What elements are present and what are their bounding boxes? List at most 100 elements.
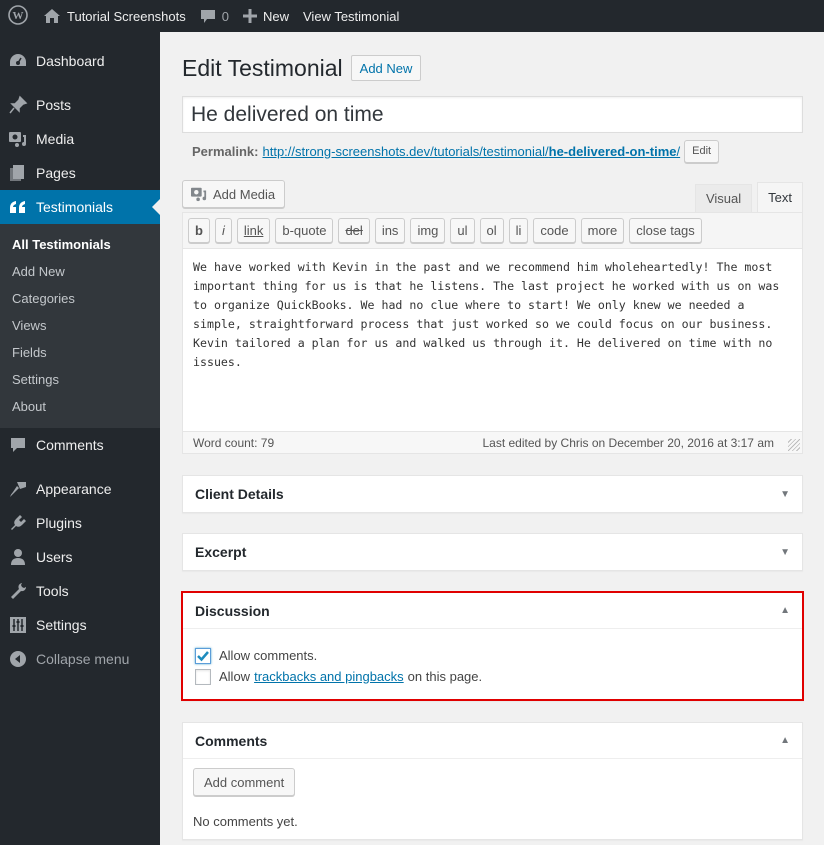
qt-img-button[interactable]: img: [410, 218, 446, 243]
submenu-all-testimonials[interactable]: All Testimonials: [0, 231, 160, 258]
excerpt-header[interactable]: Excerpt ▼: [183, 534, 802, 570]
permalink-base: http://strong-screenshots.dev/tutorials/…: [262, 143, 549, 159]
sidebar-item-tools[interactable]: Tools: [0, 574, 160, 608]
qt-ol-button[interactable]: ol: [479, 218, 504, 243]
box-title: Client Details: [195, 486, 284, 502]
home-icon: [43, 8, 61, 24]
box-title: Excerpt: [195, 544, 247, 560]
submenu-fields[interactable]: Fields: [0, 339, 160, 366]
sidebar-label: Appearance: [36, 481, 112, 497]
qt-close-tags-button[interactable]: close tags: [629, 218, 702, 243]
permalink-link[interactable]: http://strong-screenshots.dev/tutorials/…: [262, 144, 680, 159]
sidebar-label: Dashboard: [36, 53, 105, 69]
sidebar-item-appearance[interactable]: Appearance: [0, 472, 160, 506]
qt-link-button[interactable]: link: [236, 218, 271, 243]
submenu-add-new[interactable]: Add New: [0, 258, 160, 285]
allow-comments-label: Allow comments.: [219, 648, 318, 663]
pin-icon: [8, 95, 28, 115]
add-media-label: Add Media: [213, 186, 276, 202]
client-details-header[interactable]: Client Details ▼: [183, 476, 802, 512]
discussion-box: Discussion ▲ Allow comments. Allow track…: [181, 591, 804, 701]
text-editor: b i link b-quote del ins img ul ol li co…: [182, 212, 803, 454]
add-media-button[interactable]: Add Media: [182, 180, 286, 208]
comments-box: Comments ▲ Add comment No comments yet.: [182, 722, 803, 840]
add-new-button[interactable]: Add New: [350, 55, 422, 81]
box-title: Comments: [195, 732, 268, 749]
qt-more-button[interactable]: more: [580, 218, 625, 243]
qt-del-button[interactable]: del: [338, 218, 370, 243]
collapse-menu-button[interactable]: Collapse menu: [0, 642, 160, 676]
submenu-views[interactable]: Views: [0, 312, 160, 339]
discussion-header[interactable]: Discussion ▲: [183, 593, 802, 629]
permalink-slug: he-delivered-on-time: [548, 143, 677, 159]
caret-up-icon[interactable]: ▲: [780, 735, 790, 746]
qt-ul-button[interactable]: ul: [450, 218, 475, 243]
excerpt-box: Excerpt ▼: [182, 533, 803, 571]
sidebar-item-comments[interactable]: Comments: [0, 428, 160, 462]
comments-count: 0: [221, 8, 229, 24]
wordpress-logo-icon: W: [8, 4, 28, 28]
sidebar-item-users[interactable]: Users: [0, 540, 160, 574]
site-name-menu[interactable]: Tutorial Screenshots: [36, 0, 193, 32]
box-title: Discussion: [195, 602, 270, 619]
admin-bar: W Tutorial Screenshots 0 New View Testim…: [0, 0, 824, 32]
allow-comments-checkbox[interactable]: [195, 647, 211, 664]
sidebar-label: Tools: [36, 583, 69, 599]
sidebar-item-plugins[interactable]: Plugins: [0, 506, 160, 540]
qt-blockquote-button[interactable]: b-quote: [275, 218, 334, 243]
page-title: Edit Testimonial: [182, 54, 343, 81]
qt-code-button[interactable]: code: [533, 218, 576, 243]
wp-logo-menu[interactable]: W: [0, 0, 36, 32]
resize-handle[interactable]: [788, 439, 800, 451]
sidebar-item-testimonials[interactable]: Testimonials: [0, 190, 160, 224]
edit-slug-button[interactable]: Edit: [684, 139, 720, 163]
checkmark-icon: [197, 650, 209, 661]
sidebar-label: Posts: [36, 97, 72, 113]
sidebar-item-media[interactable]: Media: [0, 122, 160, 156]
qt-li-button[interactable]: li: [508, 218, 529, 243]
add-comment-button[interactable]: Add comment: [193, 768, 296, 796]
allow-pings-checkbox[interactable]: [195, 668, 211, 685]
sidebar-label: Users: [36, 549, 73, 565]
editor-tabs: Visual Text: [690, 182, 803, 212]
post-title-input[interactable]: He delivered on time: [182, 96, 803, 133]
testimonials-submenu: All Testimonials Add New Categories View…: [0, 224, 160, 428]
allow-pings-row[interactable]: Allow trackbacks and pingbacks on this p…: [195, 666, 790, 687]
caret-up-icon[interactable]: ▲: [780, 605, 790, 616]
sidebar-item-dashboard[interactable]: Dashboard: [0, 44, 160, 78]
plus-icon: [242, 9, 257, 23]
submenu-about[interactable]: About: [0, 393, 160, 420]
user-icon: [8, 547, 28, 567]
tab-visual[interactable]: Visual: [694, 184, 753, 212]
sidebar-item-settings[interactable]: Settings: [0, 608, 160, 642]
qt-ins-button[interactable]: ins: [374, 218, 406, 243]
content-textarea[interactable]: We have worked with Kevin in the past an…: [183, 249, 802, 431]
sidebar-label: Media: [36, 131, 75, 147]
no-comments-text: No comments yet.: [193, 814, 298, 829]
submenu-settings[interactable]: Settings: [0, 366, 160, 393]
submenu-categories[interactable]: Categories: [0, 285, 160, 312]
trackbacks-link[interactable]: trackbacks and pingbacks: [254, 669, 404, 684]
comment-bubble-icon: [200, 8, 216, 24]
allow-comments-row[interactable]: Allow comments.: [195, 645, 790, 666]
tab-text[interactable]: Text: [757, 182, 803, 212]
comments-header[interactable]: Comments ▲: [183, 723, 802, 759]
sidebar-item-posts[interactable]: Posts: [0, 88, 160, 122]
site-name: Tutorial Screenshots: [67, 8, 186, 24]
qt-italic-button[interactable]: i: [214, 218, 232, 243]
sidebar-item-pages[interactable]: Pages: [0, 156, 160, 190]
collapse-icon: [8, 649, 28, 669]
sidebar-label: Collapse menu: [36, 651, 130, 667]
new-content-menu[interactable]: New: [236, 0, 296, 32]
view-testimonial-link[interactable]: View Testimonial: [296, 0, 406, 32]
new-label: New: [262, 8, 289, 24]
comments-menu[interactable]: 0: [193, 0, 236, 32]
caret-down-icon[interactable]: ▼: [780, 489, 790, 500]
paintbrush-icon: [8, 479, 28, 499]
qt-bold-button[interactable]: b: [188, 218, 210, 243]
permalink-row: Permalink: http://strong-screenshots.dev…: [182, 139, 804, 163]
dashboard-icon: [8, 51, 28, 71]
caret-down-icon[interactable]: ▼: [780, 547, 790, 558]
sidebar-label: Comments: [36, 437, 104, 453]
allow-pings-suffix: on this page.: [407, 669, 483, 684]
